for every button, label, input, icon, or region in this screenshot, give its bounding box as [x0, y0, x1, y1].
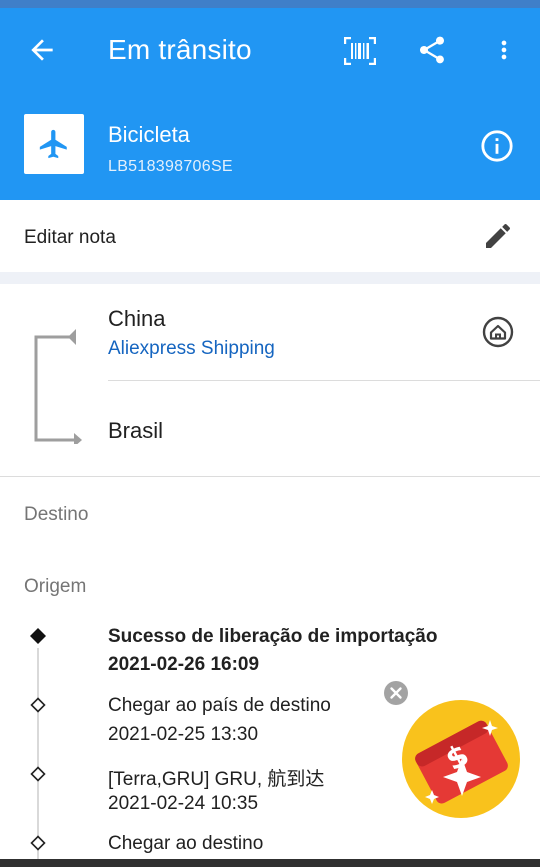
- edit-note-label: Editar nota: [24, 227, 116, 248]
- destination-country: Brasil: [108, 418, 164, 443]
- navigation-bar-strip: [0, 859, 540, 867]
- package-type-badge: [24, 114, 84, 174]
- status-diamond-icon: [30, 766, 46, 782]
- event-datetime: 2021-02-25 13:30: [108, 724, 259, 745]
- status-bar-strip: [0, 0, 540, 8]
- route-card: China Aliexpress Shipping Brasil: [0, 284, 540, 476]
- event-title: Sucesso de liberação de importação: [108, 626, 438, 647]
- destination-section-label: Destino: [24, 504, 89, 525]
- more-vert-icon[interactable]: [490, 34, 518, 66]
- back-arrow-icon[interactable]: [26, 34, 58, 66]
- package-name: Bicicleta: [108, 122, 190, 147]
- package-header: Bicicleta LB518398706SE: [0, 98, 540, 200]
- section-separator: [0, 272, 540, 284]
- route-divider: [108, 380, 540, 381]
- status-diamond-icon: [30, 835, 46, 851]
- route-connector-icon: [34, 329, 82, 444]
- promo-coupon-button[interactable]: $: [402, 700, 520, 818]
- origin-section-label: Origem: [24, 576, 87, 597]
- event-title: Chegar ao destino: [108, 833, 264, 854]
- pencil-icon[interactable]: [482, 220, 514, 252]
- origin-country: China: [108, 306, 166, 331]
- coupon-icon: $: [415, 720, 508, 804]
- share-icon[interactable]: [416, 34, 448, 66]
- event-title: [Terra,GRU] GRU, 航到达: [108, 769, 325, 790]
- barcode-icon[interactable]: [344, 37, 376, 65]
- current-status-diamond-icon: [30, 628, 46, 644]
- event-datetime: 2021-02-26 16:09: [108, 654, 260, 675]
- app-bar: Em trânsito: [0, 8, 540, 98]
- edit-note-row[interactable]: Editar nota: [0, 200, 540, 272]
- home-circle-icon[interactable]: [480, 314, 516, 350]
- tracking-number: LB518398706SE: [108, 158, 233, 175]
- divider: [0, 476, 540, 477]
- event-title: Chegar ao país de destino: [108, 695, 331, 716]
- airplane-icon: [39, 129, 67, 159]
- carrier-link[interactable]: Aliexpress Shipping: [108, 338, 275, 360]
- status-diamond-icon: [30, 697, 46, 713]
- page-title: Em trânsito: [108, 34, 252, 65]
- event-datetime: 2021-02-24 10:35: [108, 793, 259, 814]
- close-ad-icon[interactable]: [383, 680, 409, 706]
- info-icon[interactable]: [480, 129, 514, 163]
